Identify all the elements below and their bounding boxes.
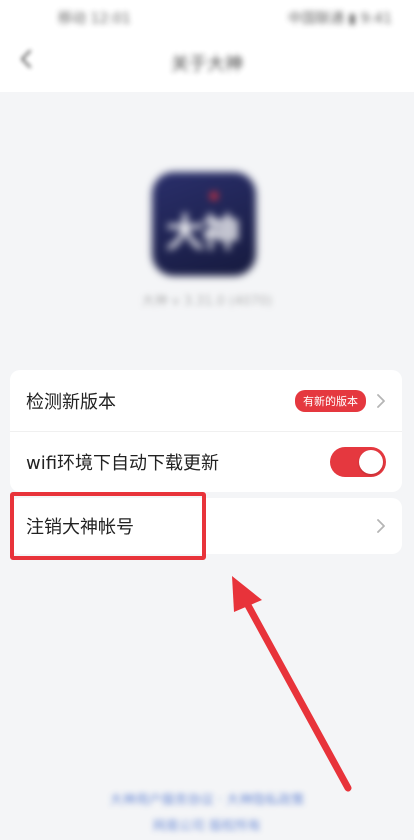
cancel-account-row[interactable]: 注销大神帐号 <box>10 498 402 554</box>
update-settings-card: 检测新版本 有新的版本 wifi环境下自动下载更新 <box>10 370 402 492</box>
status-bar: 移动 12:01 中国联通 ▮ 9:41 <box>0 6 414 28</box>
logo-dot-icon <box>210 192 218 200</box>
toggle-knob <box>359 450 383 474</box>
app-version: 大神 v 3.31.0 (4070) <box>141 294 273 309</box>
check-update-label: 检测新版本 <box>26 391 116 413</box>
chevron-right-icon <box>377 393 385 408</box>
app-logo: 大神 <box>152 172 256 276</box>
new-version-badge: 有新的版本 <box>295 389 366 412</box>
status-right-text: 中国联通 ▮ 9:41 <box>287 11 392 27</box>
logo-text: 大神 <box>166 211 240 255</box>
wifi-update-toggle[interactable] <box>330 447 386 477</box>
cancel-account-label: 注销大神帐号 <box>26 517 134 538</box>
check-update-row[interactable]: 检测新版本 有新的版本 <box>10 370 402 431</box>
app-logo-container: 大神 <box>152 172 256 276</box>
footer-links[interactable]: 大神用户服务协议 · 大神隐私政策 网易公司 版权所有 <box>0 788 414 840</box>
footer-line-1[interactable]: 大神用户服务协议 · 大神隐私政策 <box>0 788 414 814</box>
footer-line-2: 网易公司 版权所有 <box>152 819 262 834</box>
chevron-right-icon <box>377 519 385 533</box>
account-card: 注销大神帐号 <box>10 498 402 554</box>
page-title: 关于大神 <box>171 54 243 75</box>
wifi-update-row: wifi环境下自动下载更新 <box>10 431 402 492</box>
status-left-text: 移动 12:01 <box>58 11 131 27</box>
wifi-update-label: wifi环境下自动下载更新 <box>26 453 220 474</box>
